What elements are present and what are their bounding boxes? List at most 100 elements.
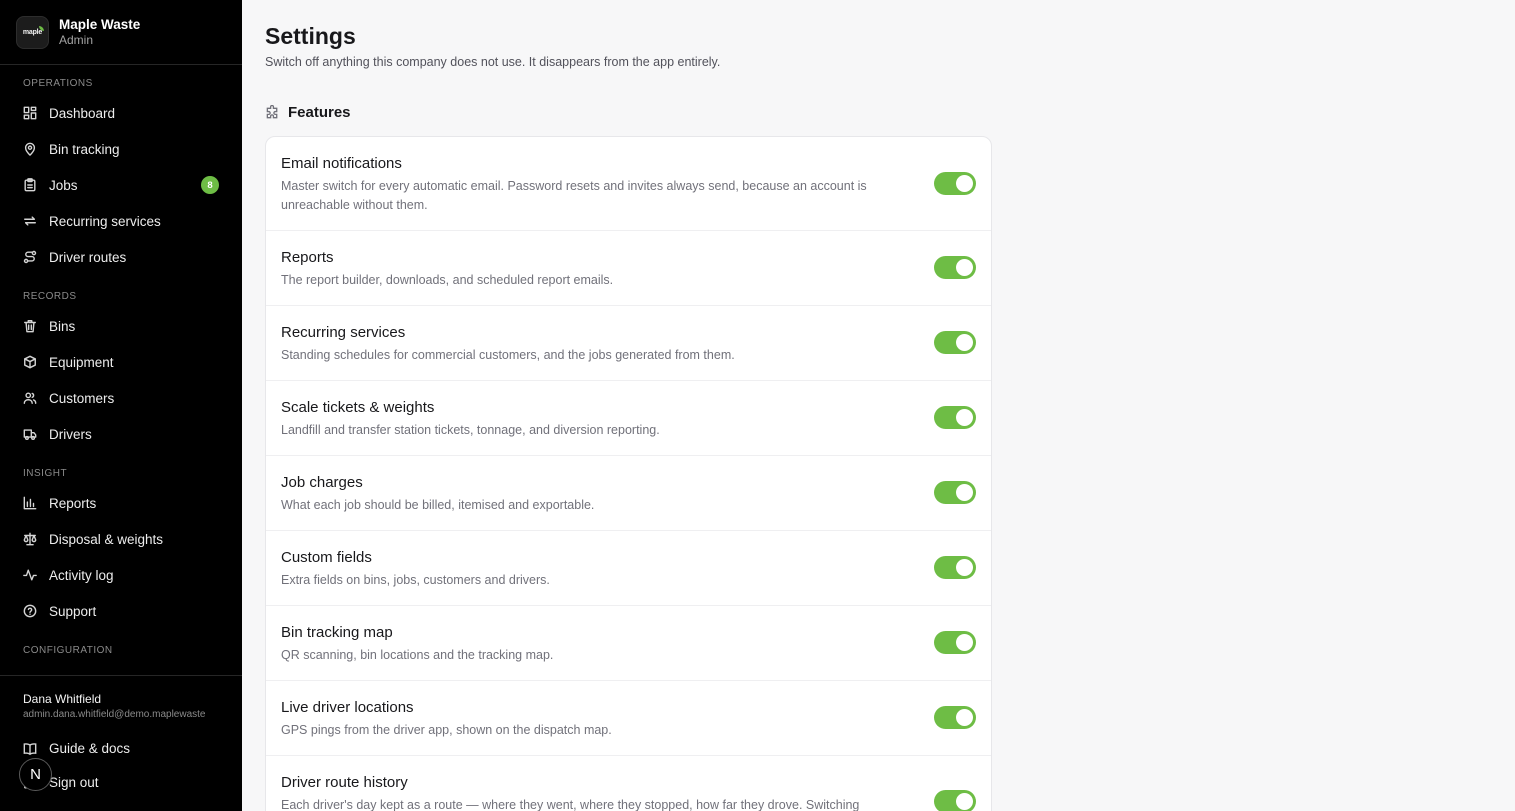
section-label-operations: OPERATIONS	[23, 78, 93, 89]
main-content: Settings Switch off anything this compan…	[242, 0, 1515, 811]
nav-disposal-weights[interactable]: Disposal & weights	[0, 521, 242, 557]
feature-row-job-charges: Job charges What each job should be bill…	[266, 456, 991, 531]
feature-title: Driver route history	[281, 774, 408, 791]
sign-out-label: Sign out	[49, 775, 99, 790]
feature-description: Extra fields on bins, jobs, customers an…	[281, 573, 550, 587]
nav-drivers[interactable]: Drivers	[0, 416, 242, 452]
nav-bins[interactable]: Bins	[0, 308, 242, 344]
scale-tickets-toggle[interactable]	[934, 406, 976, 429]
feature-description: Each driver's day kept as a route — wher…	[281, 798, 860, 811]
feature-title: Email notifications	[281, 155, 402, 172]
bin-tracking-map-toggle[interactable]	[934, 631, 976, 654]
nav-label: Reports	[49, 495, 97, 511]
feature-row-bin-tracking-map: Bin tracking map QR scanning, bin locati…	[266, 606, 991, 681]
logo-text: maple	[22, 28, 43, 36]
nav-activity-log[interactable]: Activity log	[0, 557, 242, 593]
recurring-services-toggle[interactable]	[934, 331, 976, 354]
page-title: Settings	[265, 23, 356, 49]
features-title: Features	[288, 104, 351, 121]
company-logo: maple	[16, 15, 49, 49]
brand-header[interactable]: maple Maple Waste Admin	[0, 0, 242, 65]
jobs-count-badge: 8	[201, 176, 219, 194]
job-charges-toggle[interactable]	[934, 481, 976, 504]
dashboard-icon	[23, 106, 37, 120]
leaf-icon	[39, 25, 44, 31]
nav-support[interactable]: Support	[0, 593, 242, 629]
section-label-configuration: CONFIGURATION	[23, 645, 113, 656]
feature-row-custom-fields: Custom fields Extra fields on bins, jobs…	[266, 531, 991, 606]
page-subtitle: Switch off anything this company does no…	[265, 55, 721, 69]
feature-row-live-driver-locations: Live driver locations GPS pings from the…	[266, 681, 991, 756]
book-icon	[23, 742, 37, 755]
nav-customers[interactable]: Customers	[0, 380, 242, 416]
nav-label: Jobs	[49, 177, 78, 193]
trash-bin-icon	[24, 320, 36, 333]
sidebar: maple Maple Waste Admin OPERATIONS Dashb…	[0, 0, 242, 811]
feature-title: Custom fields	[281, 549, 372, 566]
feature-row-reports: Reports The report builder, downloads, a…	[266, 231, 991, 306]
section-label-insight: INSIGHT	[23, 468, 68, 479]
user-email: admin.dana.whitfield@demo.maplewaste	[23, 709, 206, 720]
scale-icon	[23, 532, 37, 546]
feature-description: Landfill and transfer station tickets, t…	[281, 423, 660, 437]
user-role: Admin	[59, 33, 94, 47]
nav-dashboard[interactable]: Dashboard	[0, 95, 242, 131]
feature-title: Recurring services	[281, 324, 406, 341]
route-icon	[23, 250, 37, 264]
nav-equipment[interactable]: Equipment	[0, 344, 242, 380]
user-name: Dana Whitfield	[23, 692, 102, 706]
feature-description: QR scanning, bin locations and the track…	[281, 648, 554, 662]
bar-chart-icon	[23, 496, 37, 510]
nav-jobs[interactable]: Jobs 8	[0, 167, 242, 203]
feature-title: Live driver locations	[281, 699, 414, 716]
feature-description: What each job should be billed, itemised…	[281, 498, 595, 512]
guide-label: Guide & docs	[49, 741, 131, 756]
nav-label: Support	[49, 603, 97, 619]
users-icon	[23, 392, 37, 404]
feature-description: The report builder, downloads, and sched…	[281, 273, 614, 287]
nav-reports[interactable]: Reports	[0, 485, 242, 521]
nav-bin-tracking[interactable]: Bin tracking	[0, 131, 242, 167]
nav-label: Driver routes	[49, 249, 127, 265]
reports-toggle[interactable]	[934, 256, 976, 279]
help-circle-icon	[23, 604, 37, 618]
feature-title: Reports	[281, 249, 334, 266]
section-label-records: RECORDS	[23, 291, 77, 302]
feature-title: Scale tickets & weights	[281, 399, 435, 416]
company-name: Maple Waste	[59, 17, 141, 32]
feature-row-email-notifications: Email notifications Master switch for ev…	[266, 137, 991, 231]
email-notifications-toggle[interactable]	[934, 172, 976, 195]
nav-label: Recurring services	[49, 213, 161, 229]
features-section-header: Features	[265, 104, 351, 121]
nav-label: Equipment	[49, 354, 114, 370]
feature-row-driver-route-history: Driver route history Each driver's day k…	[266, 756, 991, 811]
nav-label: Bins	[49, 318, 76, 334]
nav-label: Disposal & weights	[49, 531, 164, 547]
puzzle-icon	[266, 105, 278, 119]
box-icon	[24, 355, 36, 369]
nav-label: Customers	[49, 390, 115, 406]
feature-description: Master switch for every automatic email.…	[281, 179, 867, 212]
clipboard-icon	[24, 178, 36, 192]
current-user: Dana Whitfield admin.dana.whitfield@demo…	[0, 675, 242, 720]
nav-recurring-services[interactable]: Recurring services	[0, 203, 242, 239]
guide-docs-link[interactable]: Guide & docs	[23, 741, 130, 756]
nav-label: Drivers	[49, 426, 92, 442]
feature-title: Job charges	[281, 474, 363, 491]
driver-route-history-toggle[interactable]	[934, 790, 976, 811]
feature-title: Bin tracking map	[281, 624, 393, 641]
avatar[interactable]: N	[19, 758, 52, 791]
nav-driver-routes[interactable]: Driver routes	[0, 239, 242, 275]
feature-description: Standing schedules for commercial custom…	[281, 348, 735, 362]
activity-icon	[23, 569, 37, 581]
feature-row-scale-tickets: Scale tickets & weights Landfill and tra…	[266, 381, 991, 456]
truck-icon	[23, 429, 37, 440]
map-pin-icon	[24, 142, 36, 156]
custom-fields-toggle[interactable]	[934, 556, 976, 579]
nav-label: Activity log	[49, 567, 114, 583]
live-driver-locations-toggle[interactable]	[934, 706, 976, 729]
feature-row-recurring-services: Recurring services Standing schedules fo…	[266, 306, 991, 381]
features-card: Email notifications Master switch for ev…	[265, 136, 992, 811]
repeat-icon	[24, 216, 36, 226]
nav-label: Bin tracking	[49, 141, 120, 157]
